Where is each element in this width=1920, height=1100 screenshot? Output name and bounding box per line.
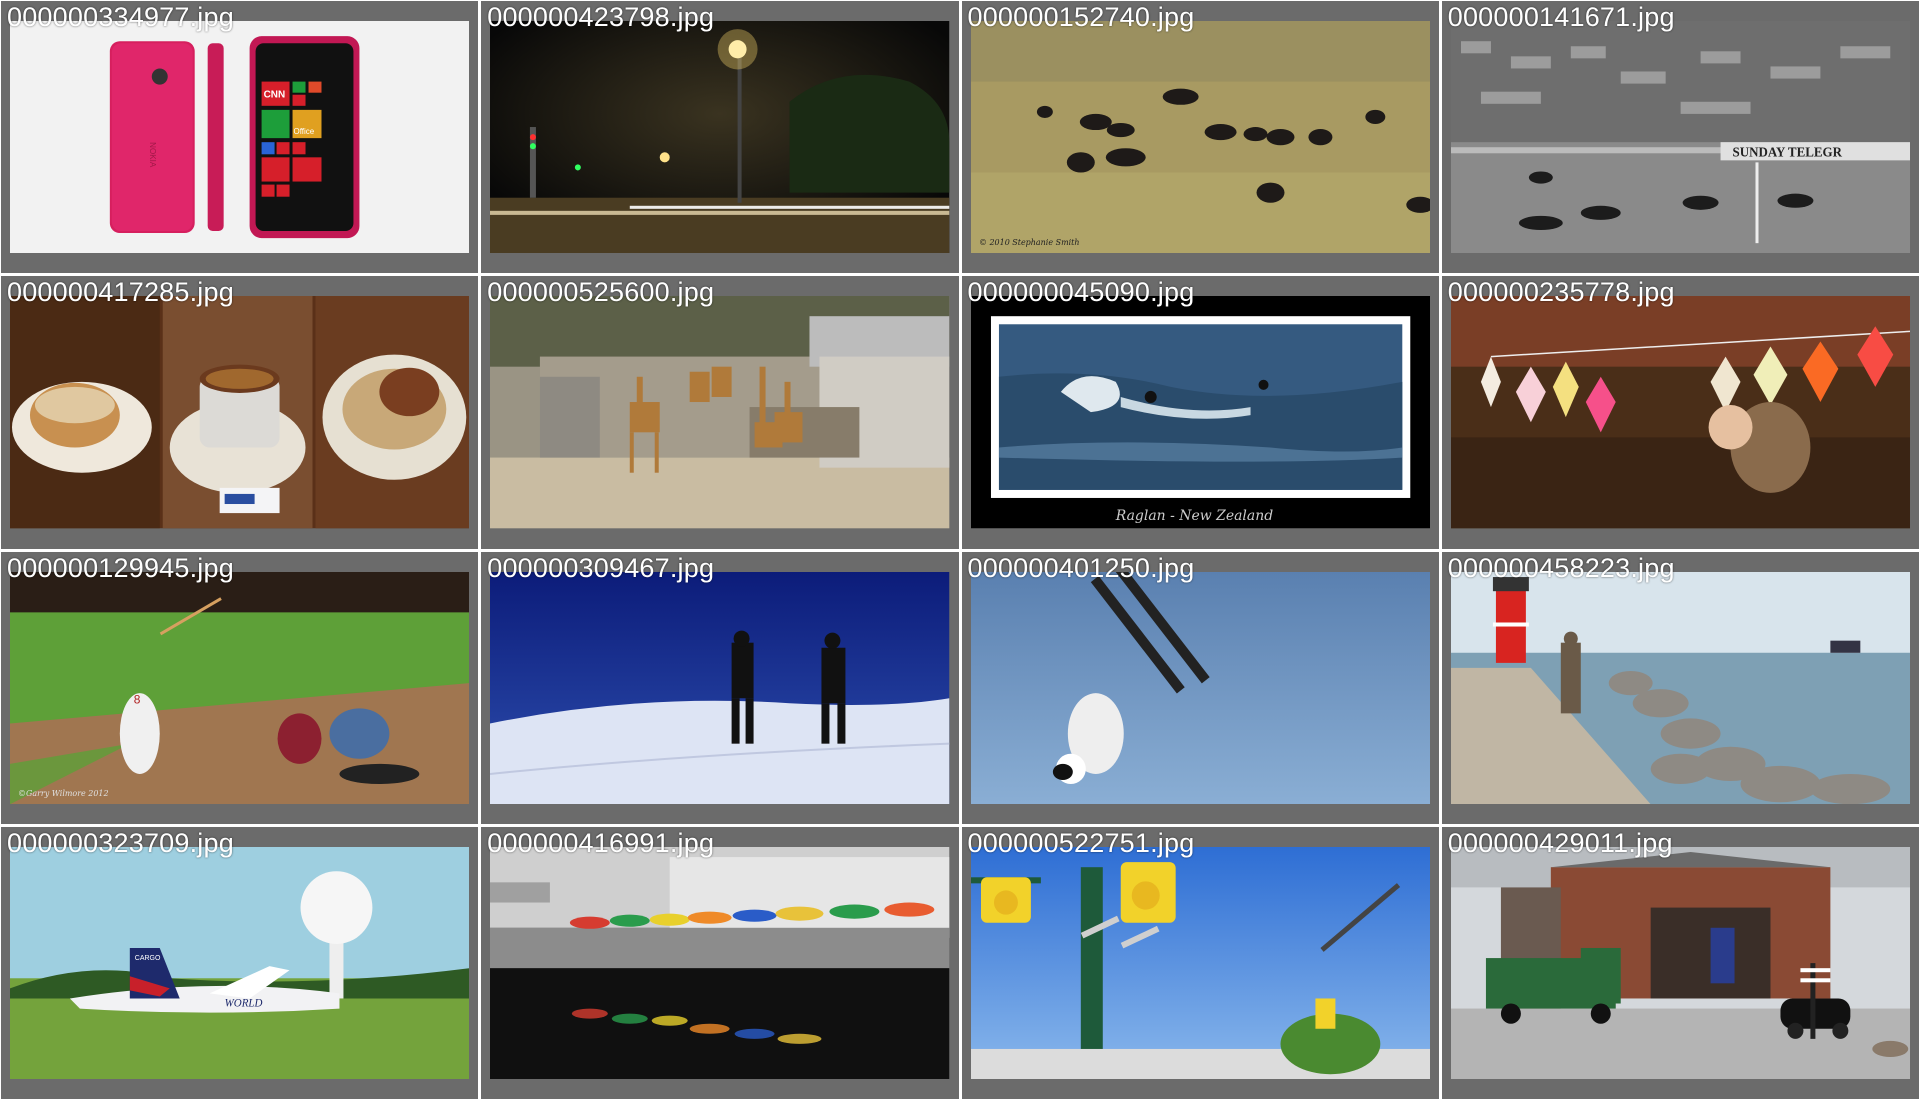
gallery-tile[interactable]: 000000309467.jpg [481, 551, 959, 824]
gallery-tile[interactable]: 000000423798.jpg [481, 1, 959, 274]
svg-text:© 2010 Stephanie Smith: © 2010 Stephanie Smith [978, 238, 1079, 247]
svg-text:8: 8 [134, 692, 141, 706]
thumbnail-image[interactable] [10, 296, 470, 529]
svg-text:CNN: CNN [264, 90, 286, 101]
thumbnail-image[interactable]: 8 ©Garry Wilmore 2012 [10, 571, 470, 804]
thumbnail-image[interactable] [970, 571, 1430, 804]
gallery-tile[interactable]: CARGO WORLD 000000323709.jpg [1, 826, 479, 1099]
thumbnail-image[interactable] [490, 296, 950, 529]
image-filename: 000000045090.jpg [967, 277, 1195, 308]
thumbnail-image[interactable]: CARGO WORLD [10, 846, 470, 1079]
thumbnail-image[interactable] [490, 846, 950, 1079]
image-filename: 000000429011.jpg [1447, 827, 1673, 858]
image-gallery-grid: NOKIA CNN Office 000000334977.jpg 000000… [0, 0, 1920, 1100]
gallery-tile[interactable]: 000000416991.jpg [481, 826, 959, 1099]
gallery-tile[interactable]: 000000525600.jpg [481, 276, 959, 549]
image-filename: 000000522751.jpg [967, 827, 1195, 858]
svg-text:NOKIA: NOKIA [148, 142, 157, 168]
image-filename: 000000416991.jpg [487, 827, 715, 858]
thumbnail-image[interactable] [1450, 571, 1910, 804]
image-filename: 000000129945.jpg [7, 552, 234, 583]
image-filename: 000000323709.jpg [7, 827, 234, 858]
svg-text:SUNDAY TELEGR: SUNDAY TELEGR [1732, 144, 1842, 159]
thumbnail-image[interactable] [490, 571, 950, 804]
image-filename: 000000141671.jpg [1447, 2, 1675, 32]
thumbnail-image[interactable]: Raglan - New Zealand [970, 296, 1430, 529]
image-filename: 000000458223.jpg [1447, 552, 1675, 583]
image-filename: 000000417285.jpg [7, 277, 234, 308]
gallery-tile[interactable]: 000000401250.jpg [961, 551, 1439, 824]
svg-text:©Garry Wilmore 2012: ©Garry Wilmore 2012 [18, 789, 109, 798]
image-filename: 000000152740.jpg [967, 2, 1195, 32]
gallery-tile[interactable]: 8 ©Garry Wilmore 2012 000000129945.jpg [1, 551, 479, 824]
gallery-tile[interactable]: NOKIA CNN Office 000000334977.jpg [1, 1, 479, 274]
gallery-tile[interactable]: 000000522751.jpg [961, 826, 1439, 1099]
thumbnail-image[interactable] [490, 21, 950, 254]
svg-text:Raglan - New Zealand: Raglan - New Zealand [1114, 508, 1272, 524]
image-filename: 000000235778.jpg [1447, 277, 1675, 308]
svg-text:CARGO: CARGO [135, 955, 161, 962]
thumbnail-image[interactable] [1450, 846, 1910, 1079]
gallery-tile[interactable]: SUNDAY TELEGR 000000141671.jpg [1441, 1, 1919, 274]
image-filename: 000000334977.jpg [7, 2, 234, 32]
thumbnail-image[interactable] [1450, 296, 1910, 529]
gallery-tile[interactable]: © 2010 Stephanie Smith 000000152740.jpg [961, 1, 1439, 274]
thumbnail-image[interactable] [970, 846, 1430, 1079]
svg-text:WORLD: WORLD [225, 997, 263, 1009]
gallery-tile[interactable]: 000000235778.jpg [1441, 276, 1919, 549]
gallery-tile[interactable]: 000000417285.jpg [1, 276, 479, 549]
gallery-tile[interactable]: Raglan - New Zealand 000000045090.jpg [961, 276, 1439, 549]
thumbnail-image[interactable]: SUNDAY TELEGR [1450, 21, 1910, 254]
image-filename: 000000401250.jpg [967, 552, 1195, 583]
thumbnail-image[interactable]: NOKIA CNN Office [10, 21, 470, 254]
image-filename: 000000423798.jpg [487, 2, 715, 32]
image-filename: 000000525600.jpg [487, 277, 715, 308]
gallery-tile[interactable]: 000000458223.jpg [1441, 551, 1919, 824]
image-filename: 000000309467.jpg [487, 552, 715, 583]
svg-text:Office: Office [294, 127, 315, 136]
thumbnail-image[interactable]: © 2010 Stephanie Smith [970, 21, 1430, 254]
gallery-tile[interactable]: 000000429011.jpg [1441, 826, 1919, 1099]
